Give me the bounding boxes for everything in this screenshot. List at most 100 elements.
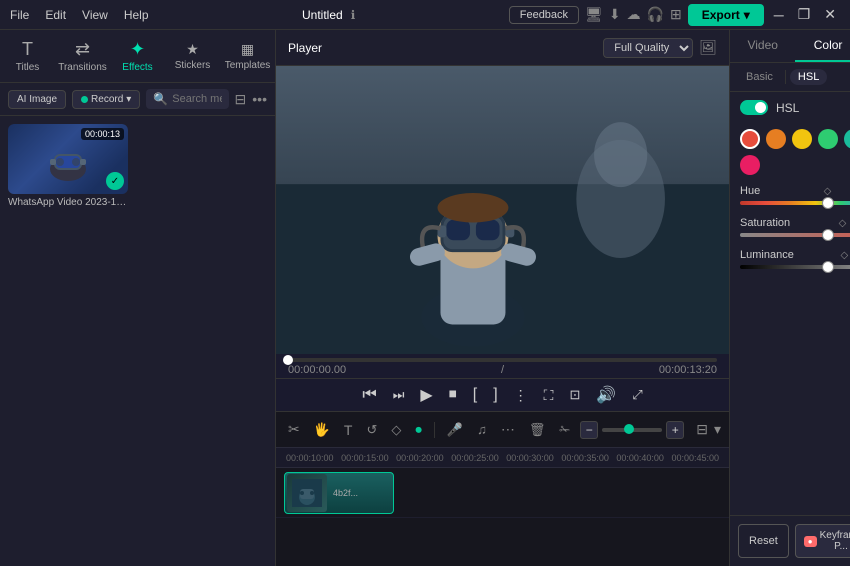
hsl-label: HSL: [776, 101, 850, 115]
more-tools[interactable]: ⋯: [497, 419, 519, 440]
rotate-tool[interactable]: ↺: [362, 420, 381, 440]
color-yellow[interactable]: [792, 129, 812, 149]
color-pink[interactable]: [740, 155, 760, 175]
color-green[interactable]: [818, 129, 838, 149]
close-button[interactable]: ✕: [820, 6, 840, 23]
zoom-control: − +: [580, 421, 684, 439]
hand-tool[interactable]: 🖐: [310, 420, 334, 440]
step-back-button[interactable]: ⏭: [393, 387, 405, 403]
maximize-button[interactable]: ❐: [794, 6, 815, 23]
saturation-thumb[interactable]: [822, 229, 834, 241]
keyframe-label: Keyframe P...: [820, 530, 850, 552]
ruler-mark: 00:00:40:00: [616, 453, 664, 463]
tool-stickers[interactable]: ★ Stickers: [165, 34, 220, 78]
luminance-track[interactable]: [740, 265, 850, 269]
ruler-mark: 00:00:10:00: [286, 453, 334, 463]
time-display: 00:00:00.00 / 00:00:13:20: [288, 364, 717, 376]
tool-transitions[interactable]: ⇄ Transitions: [55, 34, 110, 78]
search-input-wrap[interactable]: 🔍: [146, 89, 228, 109]
delete-tool[interactable]: 🗑: [525, 420, 550, 440]
menu-edit[interactable]: Edit: [45, 8, 66, 22]
tab-color[interactable]: Color: [795, 30, 850, 62]
stickers-label: Stickers: [175, 60, 211, 71]
hue-label-row: Hue ◇ 0.00: [740, 185, 850, 197]
toggle-thumb: [755, 102, 766, 113]
keyframe-button[interactable]: ● Keyframe P...: [795, 524, 850, 558]
color-teal[interactable]: [844, 129, 850, 149]
more-icon[interactable]: •••: [252, 91, 267, 107]
expand-icon[interactable]: ▾: [714, 421, 721, 438]
split-button[interactable]: ⋮: [514, 387, 528, 404]
tab-video[interactable]: Video: [730, 30, 795, 62]
clip-label: 4b2f...: [329, 486, 362, 500]
app-title: Untitled: [302, 8, 343, 22]
tool-templates[interactable]: ▦ Templates: [220, 34, 275, 78]
templates-label: Templates: [225, 60, 271, 71]
hsl-toggle[interactable]: [740, 100, 768, 115]
split-tool[interactable]: ✂: [284, 419, 304, 440]
subtab-hsl[interactable]: HSL: [790, 69, 827, 85]
feedback-button[interactable]: Feedback: [509, 6, 579, 24]
grid-icon: ⊞: [670, 6, 682, 23]
tool-effects[interactable]: ✦ Effects: [110, 34, 165, 78]
saturation-diamond[interactable]: ◇: [839, 218, 847, 229]
bracket-out-button[interactable]: ]: [493, 386, 497, 404]
minimize-button[interactable]: ─: [770, 7, 788, 23]
headset-icon: 🎧: [647, 6, 664, 23]
hue-diamond[interactable]: ◇: [824, 186, 832, 197]
monitor-icon: 🖥: [585, 6, 603, 23]
center-area: Player Full Quality 🖼: [276, 30, 729, 566]
cut-tool[interactable]: ✁: [555, 420, 574, 440]
image-settings-icon[interactable]: 🖼: [699, 39, 717, 56]
zoom-slider[interactable]: [602, 428, 662, 432]
color-orange[interactable]: [766, 129, 786, 149]
progress-bar[interactable]: [288, 358, 717, 362]
menu-file[interactable]: File: [10, 8, 29, 22]
mic-tool[interactable]: 🎤: [443, 420, 467, 440]
progress-thumb[interactable]: [283, 355, 293, 365]
menu-view[interactable]: View: [82, 8, 108, 22]
rewind-button[interactable]: ⏮: [362, 386, 376, 404]
zoom-plus-button[interactable]: +: [666, 421, 684, 439]
text-tool[interactable]: T: [340, 420, 357, 440]
ai-image-button[interactable]: AI Image: [8, 90, 66, 109]
menu-help[interactable]: Help: [124, 8, 149, 22]
record-button[interactable]: Record ▾: [72, 90, 140, 109]
luminance-thumb[interactable]: [822, 261, 834, 273]
picture-overlay-button[interactable]: ⛶: [544, 387, 554, 404]
audio-tool[interactable]: ⏺: [411, 420, 426, 440]
ruler-mark: 00:00:15:00: [341, 453, 389, 463]
video-scene-svg: [276, 66, 729, 354]
export-button[interactable]: Export ▾: [688, 4, 764, 26]
volume-button[interactable]: 🔊: [596, 385, 616, 405]
search-input[interactable]: [172, 93, 221, 105]
track-clip[interactable]: 4b2f...: [284, 472, 394, 514]
keyframe-tool[interactable]: ◇: [387, 420, 405, 440]
hue-track[interactable]: [740, 201, 850, 205]
fullscreen-button[interactable]: ⤢: [632, 387, 642, 403]
filter-icon[interactable]: ⊟: [235, 91, 247, 108]
tool-titles[interactable]: T Titles: [0, 34, 55, 78]
ruler-marks-container: 00:00:10:00 00:00:15:00 00:00:20:00 00:0…: [284, 453, 721, 463]
color-red[interactable]: [740, 129, 760, 149]
reset-button[interactable]: Reset: [738, 524, 789, 558]
list-item[interactable]: 00:00:13 ✓ WhatsApp Video 2023-10-05...: [8, 124, 128, 208]
templates-icon: ▦: [241, 41, 254, 58]
clip-thumb-svg: [292, 479, 322, 507]
luminance-diamond[interactable]: ◇: [840, 250, 848, 261]
play-button[interactable]: ▶: [420, 385, 432, 405]
zoom-minus-button[interactable]: −: [580, 421, 598, 439]
ruler-mark: 00:00:25:00: [451, 453, 499, 463]
hue-thumb[interactable]: [822, 197, 834, 209]
track-manage-button[interactable]: ⊟: [696, 421, 708, 438]
tool-sep: [434, 422, 435, 438]
crop-button[interactable]: ⊡: [569, 387, 580, 403]
audio2-tool[interactable]: ♫: [473, 420, 491, 439]
bracket-in-button[interactable]: [: [473, 386, 477, 404]
record-chevron: ▾: [126, 94, 131, 105]
quality-select[interactable]: Full Quality: [603, 38, 693, 58]
stop-button[interactable]: ⏹: [449, 386, 457, 404]
subtab-basic[interactable]: Basic: [738, 69, 781, 85]
saturation-track[interactable]: [740, 233, 850, 237]
color-subtabs: Basic HSL ⊟ ▾: [730, 63, 850, 92]
